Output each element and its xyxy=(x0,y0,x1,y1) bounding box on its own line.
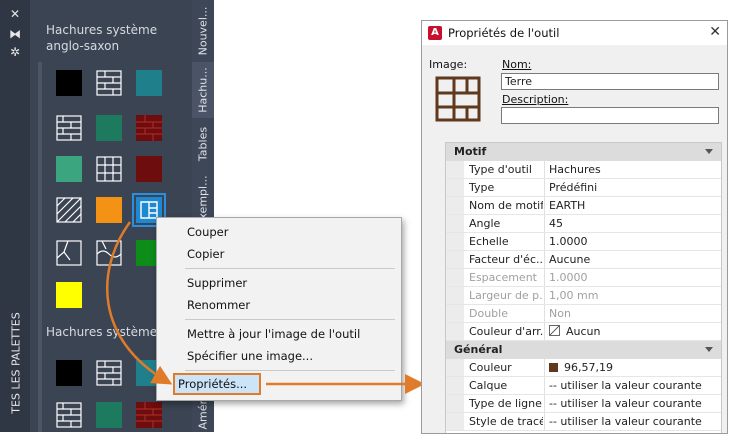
dialog-titlebar: A Propriétés de l'outil ✕ xyxy=(422,21,727,45)
category-general[interactable]: Général xyxy=(446,341,721,359)
property-row[interactable]: Largeur de p... 1,00 mm xyxy=(446,287,721,305)
property-row[interactable]: Calque -- utiliser la valeur courante xyxy=(446,377,721,395)
category-motif[interactable]: Motif xyxy=(446,143,721,161)
tool-image-preview[interactable] xyxy=(434,75,482,123)
property-row[interactable]: Angle 45 xyxy=(446,215,721,233)
property-row[interactable]: Couleur 96,57,19 xyxy=(446,359,721,377)
property-grid: Motif Type d'outil Hachures Type Prédéfini… xyxy=(445,142,722,433)
name-field[interactable]: Terre xyxy=(501,73,719,90)
no-color-icon xyxy=(549,325,560,336)
property-row[interactable]: Type Prédéfini xyxy=(446,179,721,197)
property-row[interactable]: Espacement 1.0000 xyxy=(446,269,721,287)
description-label: Description: xyxy=(502,93,569,106)
name-label: Nom: xyxy=(502,58,532,71)
description-field[interactable] xyxy=(501,107,719,124)
color-swatch xyxy=(549,363,558,372)
property-row[interactable]: Couleur d'arr... Aucun xyxy=(446,323,721,341)
arrow-tool-to-menu xyxy=(105,221,173,385)
property-row[interactable]: Facteur d'éc... Aucune xyxy=(446,251,721,269)
property-row[interactable]: Type de ligne -- utiliser la valeur coura… xyxy=(446,395,721,413)
dialog-title: Propriétés de l'outil xyxy=(448,26,560,40)
property-row[interactable]: Echelle 1.0000 xyxy=(446,233,721,251)
chevron-down-icon xyxy=(705,347,713,352)
close-icon[interactable]: ✕ xyxy=(709,24,721,40)
property-row[interactable]: Double Non xyxy=(446,305,721,323)
chevron-down-icon xyxy=(705,149,713,154)
property-row[interactable]: Style de tracé -- utiliser la valeur cour… xyxy=(446,413,721,431)
tool-properties-dialog: A Propriétés de l'outil ✕ Image: Nom: Te… xyxy=(421,20,728,434)
property-row[interactable]: Nom de motif EARTH xyxy=(446,197,721,215)
image-label: Image: xyxy=(429,58,468,71)
property-row[interactable]: Type d'outil Hachures xyxy=(446,161,721,179)
autocad-app-icon: A xyxy=(428,26,442,40)
